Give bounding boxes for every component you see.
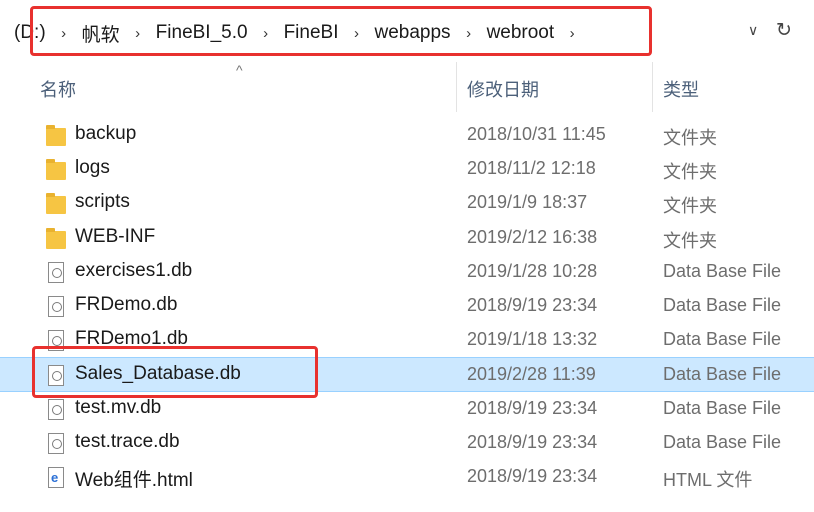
column-header-modified[interactable]: 修改日期 (467, 76, 539, 102)
folder-icon (46, 227, 66, 250)
file-name: scripts (75, 191, 130, 213)
file-name: Web组件.html (75, 469, 193, 491)
file-name: exercises1.db (75, 259, 193, 281)
file-row[interactable]: exercises1.db 2019/1/28 10:28 Data Base Fi… (0, 255, 814, 289)
file-row[interactable]: FRDemo.db 2018/9/19 23:34 Data Base File (0, 289, 814, 323)
column-header-row: ^ 名称 修改日期 类型 (0, 62, 814, 114)
file-type: 文件夹 (663, 230, 717, 251)
refresh-icon[interactable]: ↻ (776, 19, 792, 42)
file-modified-date: 2019/1/9 18:37 (467, 192, 588, 213)
address-highlight-box (30, 6, 652, 56)
file-type: Data Base File (663, 397, 782, 418)
column-divider[interactable] (652, 62, 653, 112)
file-modified-date: 2018/9/19 23:34 (467, 431, 598, 452)
file-row[interactable]: test.trace.db 2018/9/19 23:34 Data Base Fi… (0, 426, 814, 460)
db-file-icon (46, 432, 66, 455)
file-modified-date: 2018/11/2 12:18 (467, 158, 596, 179)
column-divider[interactable] (456, 62, 457, 112)
file-name: logs (75, 157, 110, 179)
file-modified-date: 2019/1/18 13:32 (467, 329, 598, 350)
file-modified-date: 2018/9/19 23:34 (467, 397, 598, 418)
selected-file-highlight-box (32, 346, 318, 398)
file-type: Data Base File (663, 431, 782, 452)
file-name: test.trace.db (75, 430, 180, 452)
address-dropdown-icon[interactable]: ∨ (748, 22, 758, 39)
file-list: backup 2018/10/31 11:45 文件夹 logs 2018/11/2 1… (0, 118, 814, 494)
file-type: 文件夹 (663, 162, 717, 183)
folder-icon (46, 193, 66, 215)
file-modified-date: 2018/9/19 23:34 (467, 294, 598, 315)
file-modified-date: 2019/2/12 16:38 (467, 226, 598, 247)
file-name: test.mv.db (75, 396, 162, 418)
db-file-icon (46, 261, 66, 284)
file-modified-date: 2018/10/31 11:45 (467, 124, 606, 144)
column-header-type[interactable]: 类型 (663, 76, 699, 102)
file-type: HTML 文件 (663, 469, 753, 490)
column-header-name[interactable]: 名称 (40, 76, 76, 102)
file-modified-date: 2019/2/28 11:39 (467, 364, 596, 385)
file-name: FRDemo.db (75, 293, 178, 315)
file-modified-date: 2019/1/28 10:28 (467, 260, 598, 281)
file-type: Data Base File (663, 364, 782, 385)
file-type: 文件夹 (663, 196, 717, 217)
file-name: WEB-INF (75, 225, 156, 247)
file-name: backup (75, 123, 137, 144)
sort-ascending-icon: ^ (236, 62, 243, 78)
file-modified-date: 2018/9/19 23:34 (467, 465, 598, 486)
file-row[interactable]: e Web组件.html 2018/9/19 23:34 HTML 文件 (0, 460, 814, 494)
file-row[interactable]: scripts 2019/1/9 18:37 文件夹 (0, 186, 814, 220)
db-file-icon (46, 398, 66, 421)
html-file-icon: e (46, 466, 66, 489)
db-file-icon (46, 295, 66, 318)
file-type: 文件夹 (663, 128, 717, 148)
folder-icon (46, 125, 66, 147)
file-type: Data Base File (663, 294, 782, 315)
folder-icon (46, 159, 66, 181)
file-row[interactable]: backup 2018/10/31 11:45 文件夹 (0, 118, 814, 152)
file-type: Data Base File (663, 329, 782, 350)
file-row[interactable]: logs 2018/11/2 12:18 文件夹 (0, 152, 814, 186)
address-bar[interactable]: (D:) › 帆软 › FineBI_5.0 › FineBI › webapp… (0, 0, 814, 62)
file-type: Data Base File (663, 260, 782, 281)
file-row[interactable]: WEB-INF 2019/2/12 16:38 文件夹 (0, 221, 814, 255)
